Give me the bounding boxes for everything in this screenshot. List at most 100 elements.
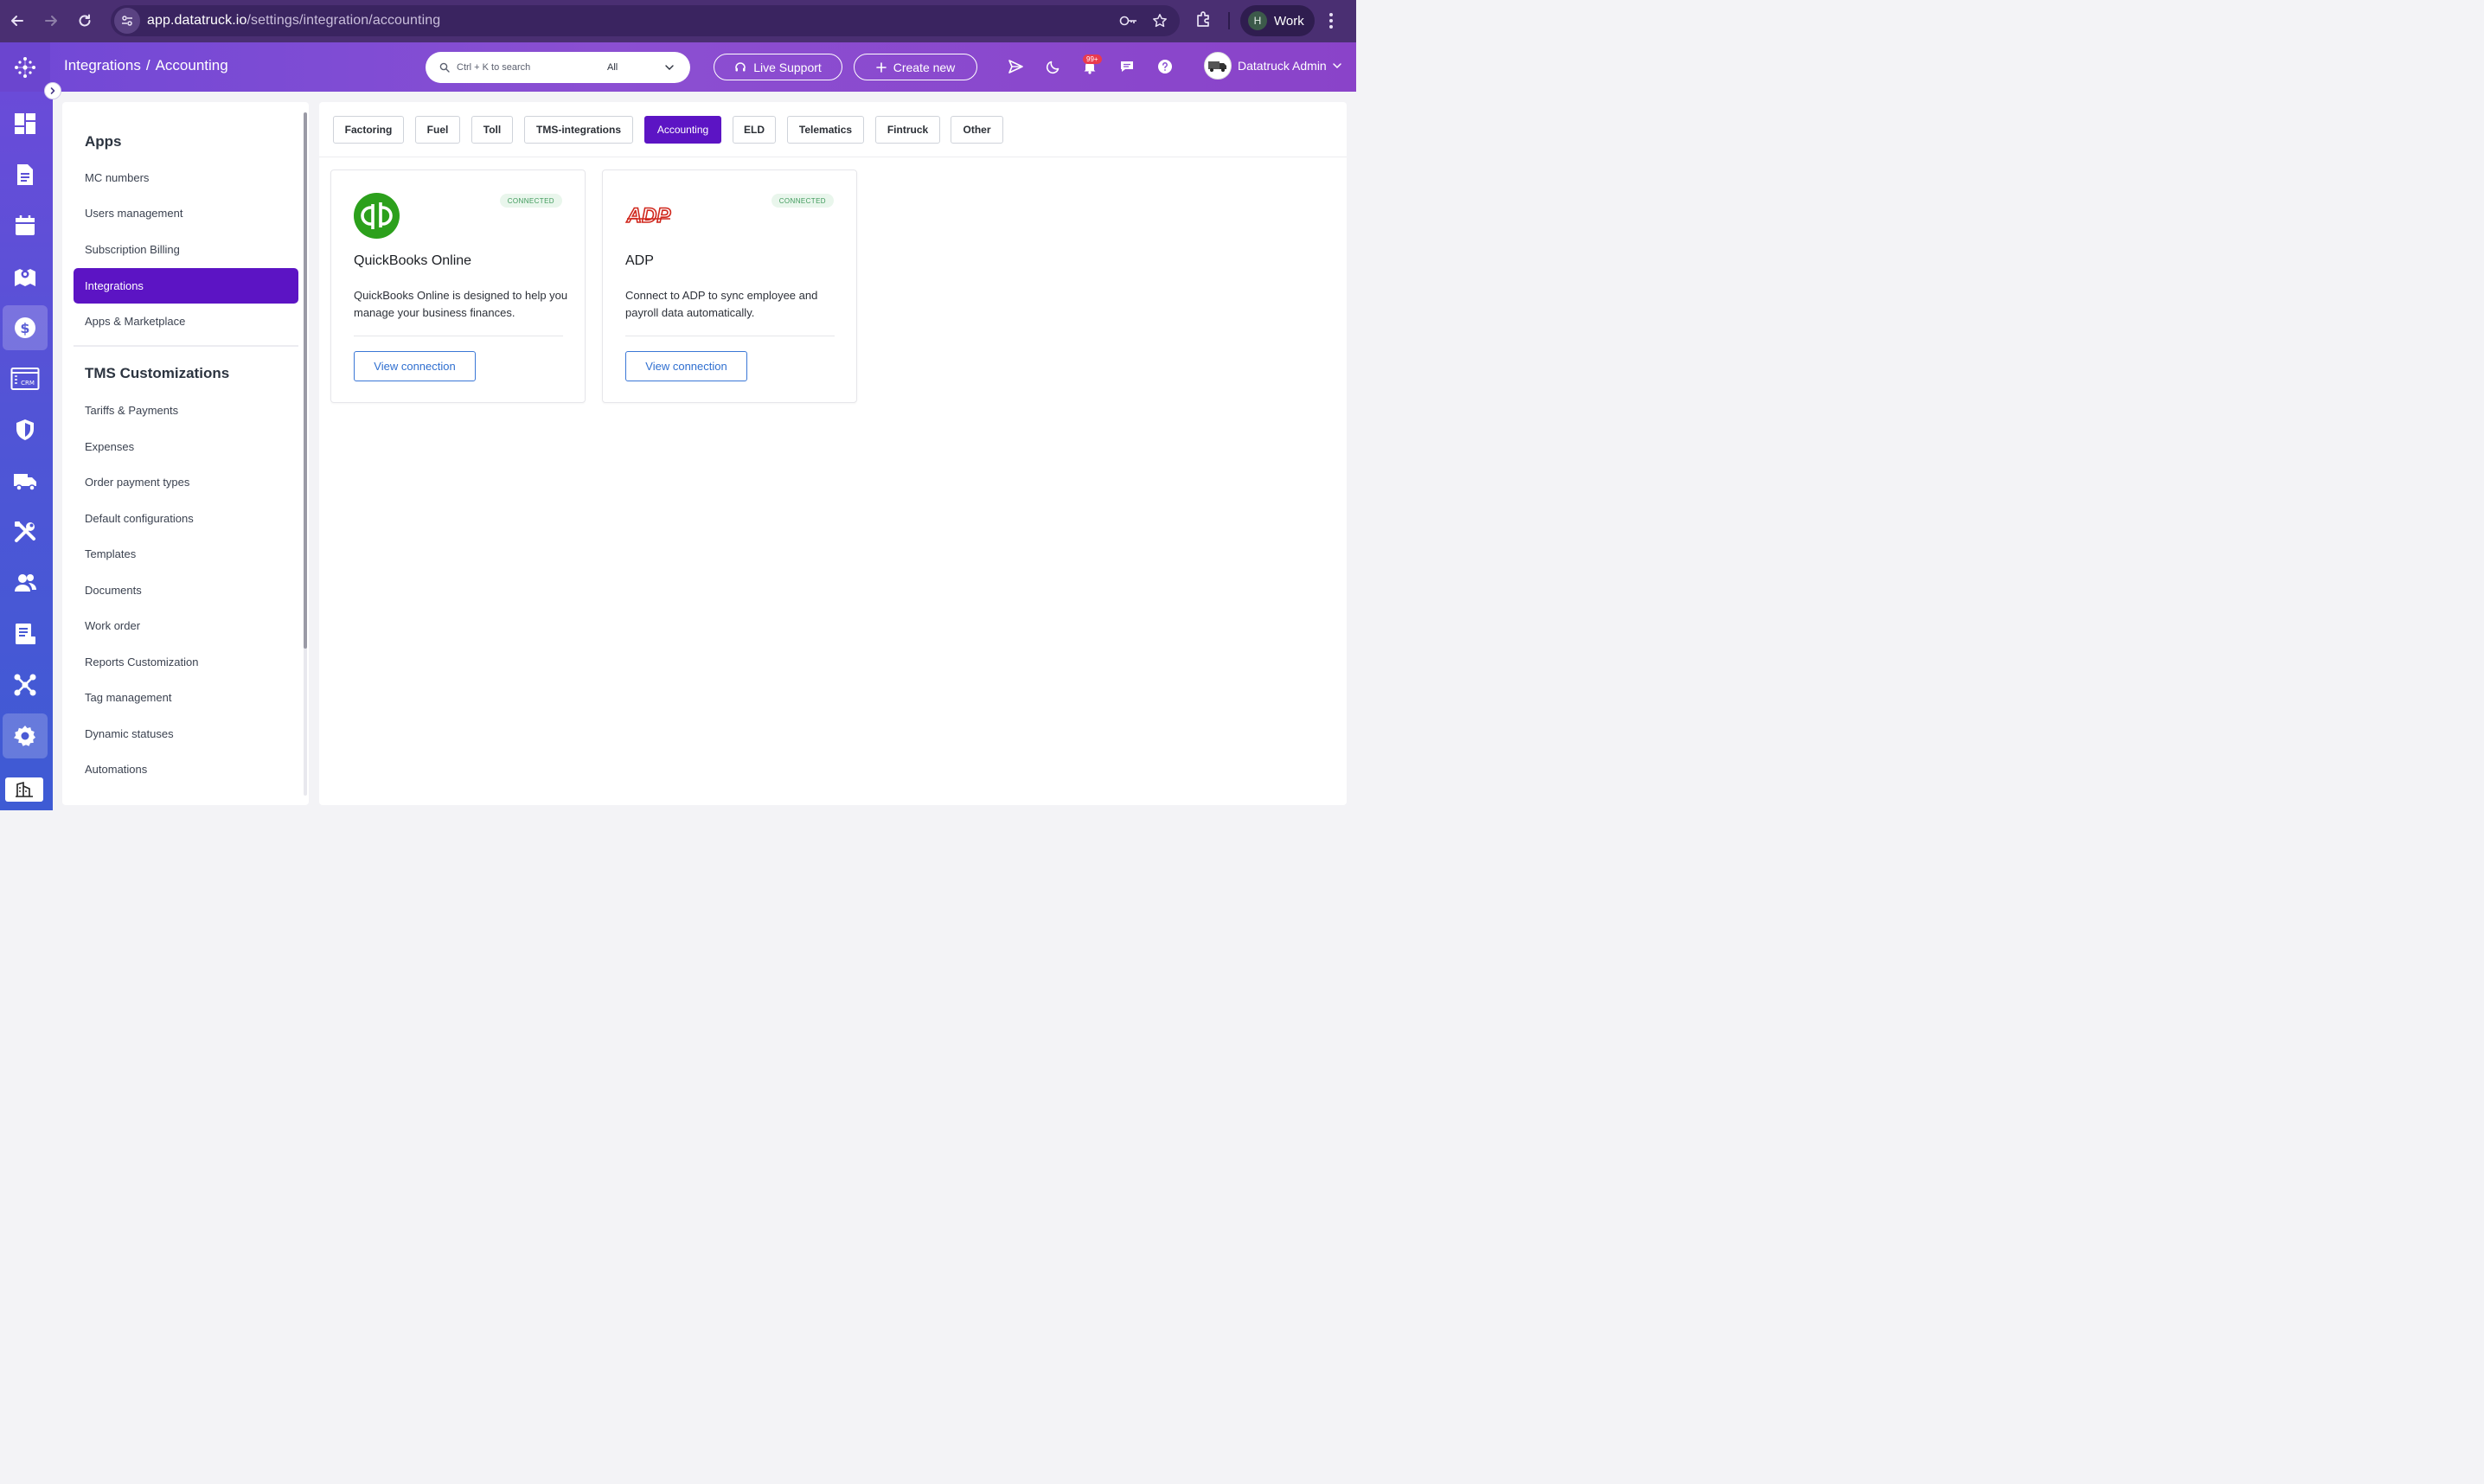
chevron-down-icon xyxy=(1332,61,1342,71)
settings-icon[interactable] xyxy=(3,713,48,758)
avatar xyxy=(1204,52,1232,80)
sidebar-item-work-order[interactable]: Work order xyxy=(74,608,298,643)
notification-badge: 99+ xyxy=(1083,54,1102,64)
browser-profile-chip[interactable]: H Work xyxy=(1240,5,1315,36)
card-description: QuickBooks Online is designed to help yo… xyxy=(354,289,568,319)
tab-tms-integrations[interactable]: TMS-integrations xyxy=(524,116,633,144)
reload-icon[interactable] xyxy=(68,4,101,37)
help-icon[interactable] xyxy=(1155,56,1175,77)
dark-mode-icon[interactable] xyxy=(1043,56,1064,77)
url-host: app.datatruck.io xyxy=(147,13,247,28)
browser-menu-icon[interactable] xyxy=(1328,10,1334,31)
sidebar-item-documents[interactable]: Documents xyxy=(74,572,298,608)
live-support-label: Live Support xyxy=(753,60,822,74)
extensions-icon[interactable] xyxy=(1194,10,1214,30)
create-new-button[interactable]: Create new xyxy=(854,54,977,80)
card-description: Connect to ADP to sync employee and payr… xyxy=(625,289,818,319)
card-title: QuickBooks Online xyxy=(354,253,472,268)
plus-icon xyxy=(875,61,887,73)
app-logo[interactable] xyxy=(0,42,50,92)
users-icon[interactable] xyxy=(3,560,48,605)
status-badge: CONNECTED xyxy=(771,194,834,208)
toolbar-divider xyxy=(1228,12,1230,29)
sidebar-item-reports-customization[interactable]: Reports Customization xyxy=(74,644,298,680)
sidebar-item-expenses[interactable]: Expenses xyxy=(74,429,298,464)
scrollbar-thumb[interactable] xyxy=(304,112,307,649)
site-settings-icon[interactable] xyxy=(114,8,140,34)
url-text: app.datatruck.io/settings/integration/ac… xyxy=(147,13,440,29)
chevron-down-icon[interactable] xyxy=(664,62,675,73)
chevron-right-icon xyxy=(50,87,55,94)
crm-icon[interactable]: CRM xyxy=(3,356,48,401)
sidebar-toggle-button[interactable] xyxy=(44,82,61,99)
url-path: /settings/integration/accounting xyxy=(246,13,441,28)
breadcrumb-separator: / xyxy=(145,57,150,74)
bookmark-star-icon[interactable] xyxy=(1152,13,1168,29)
sidebar-item-templates[interactable]: Templates xyxy=(74,536,298,572)
svg-text:$: $ xyxy=(20,320,29,336)
tab-accounting[interactable]: Accounting xyxy=(644,116,721,144)
breadcrumb-parent[interactable]: Integrations xyxy=(64,57,141,74)
sidebar-item-dynamic-statuses[interactable]: Dynamic statuses xyxy=(74,716,298,752)
view-connection-button[interactable]: View connection xyxy=(625,351,747,381)
tab-telematics[interactable]: Telematics xyxy=(787,116,864,144)
back-icon[interactable] xyxy=(1,4,34,37)
tab-eld[interactable]: ELD xyxy=(733,116,776,144)
settings-sidebar: Apps MC numbers Users management Subscri… xyxy=(62,102,309,805)
map-icon[interactable] xyxy=(3,254,48,299)
shield-icon[interactable] xyxy=(3,407,48,452)
integration-card-quickbooks: CONNECTED QuickBooks Online QuickBooks O… xyxy=(330,170,586,403)
truck-icon[interactable] xyxy=(3,458,48,503)
forward-icon[interactable] xyxy=(35,4,67,37)
create-new-label: Create new xyxy=(893,60,956,74)
tab-toll[interactable]: Toll xyxy=(471,116,513,144)
sidebar-item-tariffs-payments[interactable]: Tariffs & Payments xyxy=(74,393,298,428)
password-key-icon[interactable] xyxy=(1119,15,1138,27)
tools-icon[interactable] xyxy=(3,509,48,554)
report-icon[interactable] xyxy=(3,611,48,656)
card-title: ADP xyxy=(625,253,654,268)
sidebar-divider xyxy=(74,345,298,347)
status-badge: CONNECTED xyxy=(499,194,562,208)
browser-toolbar: app.datatruck.io/settings/integration/ac… xyxy=(0,0,1356,42)
calendar-icon[interactable] xyxy=(3,203,48,248)
adp-logo-icon: ADP xyxy=(625,203,672,227)
dashboard-icon[interactable] xyxy=(3,101,48,146)
breadcrumb-current: Accounting xyxy=(155,57,228,74)
tab-fuel[interactable]: Fuel xyxy=(415,116,460,144)
search-icon xyxy=(439,62,450,73)
user-name: Datatruck Admin xyxy=(1238,59,1327,73)
sidebar-item-tag-management[interactable]: Tag management xyxy=(74,680,298,715)
sidebar-scrollbar[interactable] xyxy=(304,112,307,796)
live-support-button[interactable]: Live Support xyxy=(714,54,842,80)
profile-label: Work xyxy=(1274,13,1304,29)
chat-icon[interactable] xyxy=(1117,56,1137,77)
network-icon[interactable] xyxy=(3,662,48,707)
company-icon[interactable] xyxy=(5,777,43,802)
crm-text: CRM xyxy=(21,380,35,387)
sidebar-item-mc-numbers[interactable]: MC numbers xyxy=(74,160,298,195)
send-icon[interactable] xyxy=(1005,56,1026,77)
main-nav-rail: $ CRM xyxy=(0,92,53,810)
sidebar-item-default-configurations[interactable]: Default configurations xyxy=(74,501,298,536)
tab-factoring[interactable]: Factoring xyxy=(333,116,404,144)
tab-other[interactable]: Other xyxy=(951,116,1003,144)
sidebar-item-users-management[interactable]: Users management xyxy=(74,195,298,231)
view-connection-button[interactable]: View connection xyxy=(354,351,476,381)
sidebar-item-apps-marketplace[interactable]: Apps & Marketplace xyxy=(74,304,298,339)
sidebar-item-integrations[interactable]: Integrations xyxy=(74,268,298,304)
integrations-panel: Factoring Fuel Toll TMS-integrations Acc… xyxy=(319,102,1347,805)
tab-fintruck[interactable]: Fintruck xyxy=(875,116,940,144)
search-scope-select[interactable]: All xyxy=(607,52,618,83)
sidebar-item-order-payment-types[interactable]: Order payment types xyxy=(74,464,298,500)
breadcrumb: Integrations / Accounting xyxy=(64,57,228,74)
global-search[interactable]: Ctrl + K to search All xyxy=(426,52,690,83)
integration-card-adp: ADP CONNECTED ADP Connect to ADP to sync… xyxy=(602,170,857,403)
dollar-icon[interactable]: $ xyxy=(3,305,48,350)
user-menu[interactable]: Datatruck Admin xyxy=(1204,52,1342,80)
sidebar-item-subscription-billing[interactable]: Subscription Billing xyxy=(74,232,298,267)
search-input[interactable]: Ctrl + K to search xyxy=(457,62,530,73)
sidebar-item-automations[interactable]: Automations xyxy=(74,752,298,787)
document-icon[interactable] xyxy=(3,152,48,197)
address-bar[interactable]: app.datatruck.io/settings/integration/ac… xyxy=(111,5,1180,36)
